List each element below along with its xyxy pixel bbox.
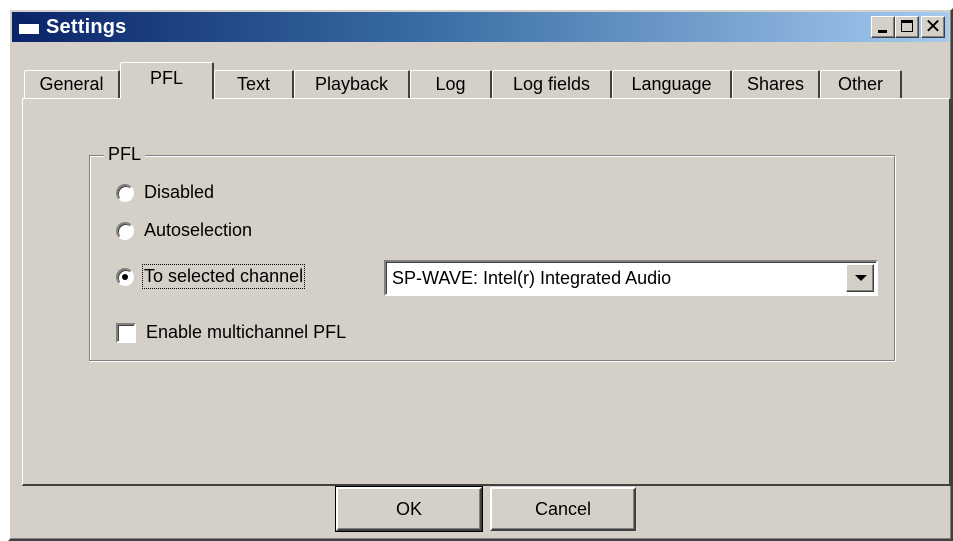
tab-playback[interactable]: Playback bbox=[294, 70, 410, 98]
radio-disabled-indicator[interactable] bbox=[116, 183, 134, 202]
window-title: Settings bbox=[46, 15, 127, 38]
maximize-button[interactable] bbox=[895, 16, 919, 38]
multichannel-checkbox[interactable] bbox=[116, 322, 136, 343]
radio-disabled-label[interactable]: Disabled bbox=[144, 182, 214, 203]
settings-window: Settings ✕ General PFL Text Playback Log… bbox=[8, 8, 953, 541]
maximize-icon bbox=[901, 20, 913, 32]
close-icon: ✕ bbox=[924, 14, 942, 38]
window-icon bbox=[18, 19, 40, 35]
radio-to-selected-channel[interactable]: To selected channel bbox=[116, 264, 306, 289]
tab-language[interactable]: Language bbox=[612, 70, 732, 98]
minimize-icon bbox=[878, 30, 887, 33]
tab-text[interactable]: Text bbox=[214, 70, 294, 98]
channel-select-value: SP-WAVE: Intel(r) Integrated Audio bbox=[392, 267, 672, 288]
multichannel-checkbox-label[interactable]: Enable multichannel PFL bbox=[146, 322, 346, 343]
pfl-groupbox: PFL Disabled Autoselection To selected c… bbox=[89, 144, 895, 361]
radio-autoselection-label[interactable]: Autoselection bbox=[144, 220, 252, 241]
window-controls: ✕ bbox=[871, 14, 945, 38]
channel-select[interactable]: SP-WAVE: Intel(r) Integrated Audio bbox=[384, 260, 878, 296]
radio-autoselection[interactable]: Autoselection bbox=[116, 220, 252, 241]
radio-to-selected-channel-indicator[interactable] bbox=[116, 267, 134, 286]
tab-pfl[interactable]: PFL bbox=[120, 62, 214, 99]
chevron-down-icon[interactable] bbox=[846, 264, 874, 292]
title-bar[interactable]: Settings ✕ bbox=[12, 12, 949, 42]
tab-general[interactable]: General bbox=[24, 70, 120, 98]
multichannel-checkbox-row[interactable]: Enable multichannel PFL bbox=[116, 322, 346, 343]
tab-log[interactable]: Log bbox=[410, 70, 492, 98]
close-button[interactable]: ✕ bbox=[921, 14, 945, 38]
minimize-button[interactable] bbox=[871, 16, 895, 38]
pfl-tab-panel: PFL Disabled Autoselection To selected c… bbox=[22, 98, 951, 486]
radio-disabled[interactable]: Disabled bbox=[116, 182, 214, 203]
tab-other[interactable]: Other bbox=[820, 70, 902, 98]
tab-shares[interactable]: Shares bbox=[732, 70, 820, 98]
pfl-group-label: PFL bbox=[104, 144, 146, 165]
radio-autoselection-indicator[interactable] bbox=[116, 221, 134, 240]
cancel-button[interactable]: Cancel bbox=[490, 487, 636, 531]
ok-button[interactable]: OK bbox=[335, 486, 483, 532]
tab-log-fields[interactable]: Log fields bbox=[492, 70, 612, 98]
radio-to-selected-channel-label[interactable]: To selected channel bbox=[141, 264, 306, 289]
